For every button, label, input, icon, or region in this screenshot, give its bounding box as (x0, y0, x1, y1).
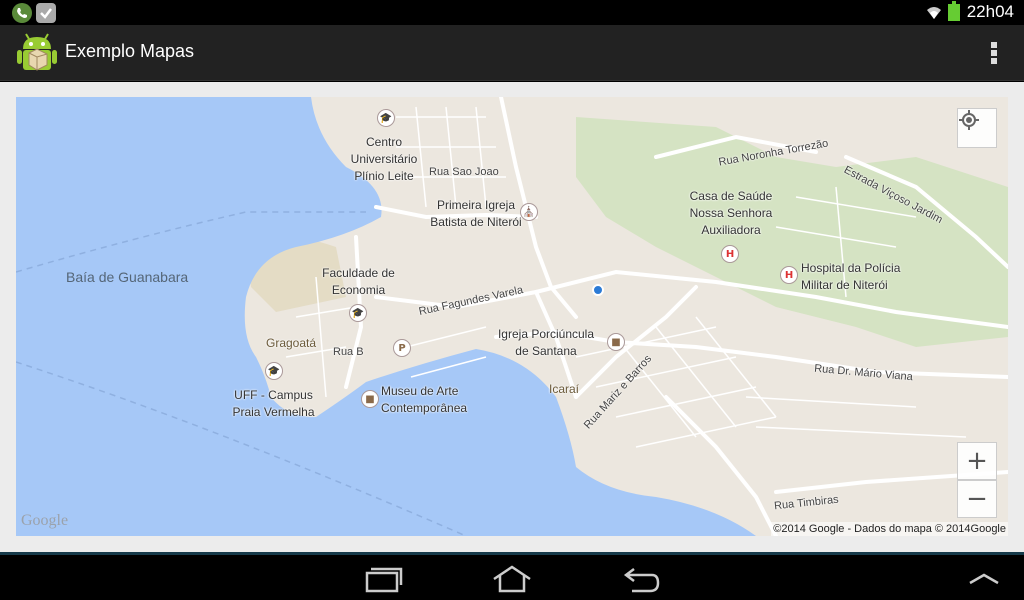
water-label: Baía de Guanabara (66, 269, 189, 285)
map-tiles (16, 97, 1008, 536)
overflow-menu-icon[interactable] (988, 40, 1000, 68)
android-app-icon[interactable] (15, 29, 59, 77)
wifi-icon (926, 4, 942, 24)
hospital-pin-icon[interactable]: H (780, 266, 798, 284)
map-view[interactable]: Baía de Guanabara Centro Universitário P… (16, 97, 1008, 536)
battery-icon (948, 1, 960, 21)
up-chevron-icon[interactable] (962, 563, 1006, 595)
street-label: Rua B (333, 346, 364, 358)
place-label: Faculdade de Economia (322, 266, 395, 297)
status-bar: 22h04 (0, 0, 1024, 25)
place-label: Museu de Arte Contemporânea (381, 384, 468, 415)
place-label: Primeira Igreja Batista de Niterói (430, 198, 522, 229)
content-area: Baía de Guanabara Centro Universitário P… (0, 82, 1024, 552)
current-location-icon (592, 284, 604, 296)
zoom-in-button[interactable]: + (957, 442, 997, 480)
street-label: Rua Sao Joao (429, 166, 499, 178)
district-label: Icaraí (549, 382, 580, 396)
place-label: Hospital da Polícia Militar de Niterói (801, 261, 901, 292)
app-title: Exemplo Mapas (65, 41, 195, 61)
place-label: Igreja Porciúncula de Santana (497, 327, 595, 358)
place-label: UFF - Campus Praia Vermelha (232, 388, 315, 419)
crosshair-icon (959, 110, 979, 130)
zoom-out-button[interactable]: − (957, 480, 997, 518)
university-pin-icon[interactable]: 🎓 (265, 362, 283, 380)
google-logo: Google (21, 512, 69, 529)
district-label: Gragoatá (266, 336, 317, 350)
my-location-button[interactable] (957, 108, 997, 148)
check-notification-icon (36, 3, 56, 23)
university-pin-icon[interactable]: 🎓 (349, 304, 367, 322)
phone-notification-icon (12, 3, 32, 23)
hospital-pin-icon[interactable]: H (721, 245, 739, 263)
back-icon[interactable] (620, 563, 664, 595)
home-icon[interactable] (490, 563, 534, 595)
status-time: 22h04 (966, 2, 1014, 21)
recent-apps-icon[interactable] (360, 563, 404, 595)
church-pin-icon[interactable]: ■ (607, 333, 625, 351)
church-pin-icon[interactable]: ⛪ (520, 203, 538, 221)
university-pin-icon[interactable]: 🎓 (377, 109, 395, 127)
museum-pin-icon[interactable]: ■ (361, 390, 379, 408)
map-copyright[interactable]: ©2014 Google - Dados do mapa © 2014Googl… (771, 522, 1008, 536)
action-bar: Exemplo Mapas (0, 25, 1024, 81)
parking-pin-icon[interactable]: P (393, 339, 411, 357)
place-label: Centro Universitário Plínio Leite (350, 135, 418, 183)
place-label: Casa de Saúde Nossa Senhora Auxiliadora (689, 189, 773, 237)
navigation-bar (0, 552, 1024, 600)
